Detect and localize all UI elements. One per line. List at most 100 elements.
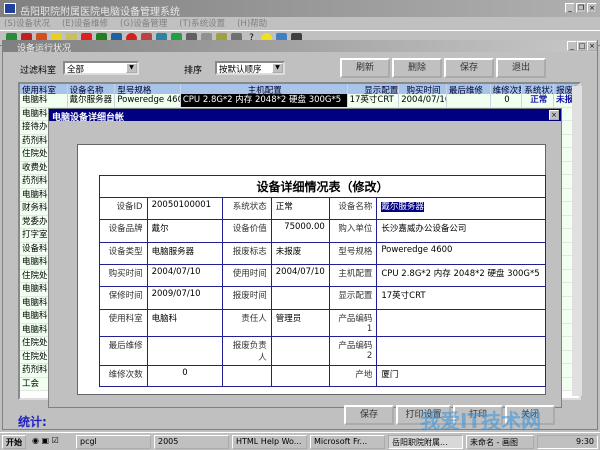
field-value[interactable]: 2004/07/10: [270, 264, 330, 287]
field-value[interactable]: 75000.00: [270, 219, 330, 243]
field-value[interactable]: [146, 336, 224, 366]
menu-manage[interactable]: (G)设备管理: [120, 17, 167, 30]
detail-row: 设备品牌 戴尔 设备价值 75000.00 购入单位 长沙嘉威办公设备公司: [99, 219, 546, 243]
menu-settings[interactable]: (T)系统设置: [179, 17, 225, 30]
stats-label: 统计:: [18, 415, 47, 429]
selected-text: 戴尔服务器: [381, 202, 424, 212]
menu-status[interactable]: (S)设备状况: [4, 17, 50, 30]
field-value[interactable]: [270, 336, 330, 366]
detail-row: 购买时间 2004/07/10 使用时间 2004/07/10 主机配置 CPU 2.8G…: [99, 264, 546, 287]
col-header[interactable]: 系统状况: [522, 84, 555, 94]
child-title-bar: 设备运行状况: [3, 40, 597, 54]
field-value[interactable]: 戴尔: [146, 219, 224, 243]
table-row[interactable]: 电脑科 戴尔服务器 Poweredge 4600 CPU 2.8G*2 内存 2…: [20, 94, 579, 108]
field-label: 购入单位: [328, 219, 378, 243]
cell: [447, 94, 491, 107]
field-value[interactable]: Poweredge 4600: [376, 242, 546, 265]
detail-row: 设备ID 20050100001 系统状态 正常 设备名称 戴尔服务器: [99, 197, 546, 220]
col-header[interactable]: 设备名称: [68, 84, 116, 94]
cell: 电脑科: [20, 94, 68, 107]
exit-button[interactable]: 退出: [496, 58, 546, 78]
field-label: 报废负责人: [222, 336, 272, 366]
field-label: [222, 365, 272, 387]
close-button[interactable]: ×: [587, 3, 597, 13]
field-label: 显示配置: [328, 286, 378, 310]
field-value[interactable]: 电脑服务器: [146, 242, 224, 265]
refresh-button[interactable]: 刷新: [340, 58, 390, 78]
col-header[interactable]: 最后维修: [447, 84, 491, 94]
quick-launch[interactable]: ◉ ▣ ☑: [29, 435, 73, 449]
task-item[interactable]: pcgl: [76, 435, 151, 449]
field-value[interactable]: CPU 2.8G*2 内存 2048*2 硬盘 300G*5: [376, 264, 546, 287]
col-header[interactable]: 购买时间: [399, 84, 447, 94]
system-tray: 9:30: [537, 435, 598, 449]
field-value[interactable]: [270, 286, 330, 310]
field-value[interactable]: 电脑科: [146, 309, 224, 337]
sort-label: 排序: [184, 66, 203, 76]
field-value[interactable]: [376, 309, 546, 337]
field-value[interactable]: 0: [146, 365, 224, 387]
dialog-title-bar: 电脑设备详细台帐: [49, 109, 561, 123]
field-value[interactable]: 戴尔服务器: [376, 197, 546, 220]
field-label: 产品编码2: [328, 336, 378, 366]
col-header[interactable]: 主机配置: [181, 84, 348, 94]
minimize-button[interactable]: _: [565, 3, 575, 13]
dialog-close-button[interactable]: ×: [549, 110, 559, 120]
field-label: 系统状态: [222, 197, 272, 220]
dialog-save-button[interactable]: 保存: [344, 405, 394, 425]
chevron-down-icon[interactable]: ▼: [126, 63, 137, 73]
child-close-button[interactable]: ×: [587, 41, 597, 51]
delete-button[interactable]: 删除: [392, 58, 442, 78]
field-label: 型号规格: [328, 242, 378, 265]
field-value[interactable]: 17英寸CRT: [376, 286, 546, 310]
cell: 0: [491, 94, 523, 107]
field-value[interactable]: 2009/07/10: [146, 286, 224, 310]
field-value[interactable]: 长沙嘉威办公设备公司: [376, 219, 546, 243]
restore-button[interactable]: ❐: [576, 3, 586, 13]
field-label: 设备名称: [328, 197, 378, 220]
cell: 17英寸CRT: [348, 94, 400, 107]
task-item[interactable]: 2005: [154, 435, 229, 449]
filter-department-select[interactable]: 全部 ▼: [63, 61, 139, 75]
dialog-title: 电脑设备详细台帐: [52, 113, 125, 123]
filter-label: 过滤科室: [20, 66, 57, 76]
field-label: 购买时间: [99, 264, 148, 287]
field-label: 使用科室: [99, 309, 148, 337]
taskbar: 开始 ◉ ▣ ☑ pcgl 2005 HTML Help Wo... Micro…: [0, 432, 600, 450]
task-item[interactable]: 未命名 - 画图: [466, 435, 534, 449]
start-button[interactable]: 开始: [2, 435, 26, 449]
status-cell: 正常: [522, 94, 555, 107]
child-title: 设备运行状况: [17, 44, 72, 54]
field-value[interactable]: 管理员: [270, 309, 330, 337]
grid-header: 使用科室 设备名称 型号规格 主机配置 显示配置 购买时间 最后维修 维修次数 …: [20, 84, 579, 94]
field-value[interactable]: 20050100001: [146, 197, 224, 220]
field-value[interactable]: 未报废: [270, 242, 330, 265]
cell-selected[interactable]: CPU 2.8G*2 内存 2048*2 硬盘 300G*5: [180, 94, 348, 107]
col-header[interactable]: 显示配置: [348, 84, 400, 94]
cell: 戴尔服务器: [68, 94, 116, 107]
field-label: 主机配置: [328, 264, 378, 287]
menu-repair[interactable]: (E)设备维修: [62, 17, 108, 30]
field-value[interactable]: 正常: [270, 197, 330, 220]
child-maximize-button[interactable]: □: [577, 41, 587, 51]
app-icon: [4, 3, 16, 14]
chevron-down-icon[interactable]: ▼: [272, 63, 283, 73]
col-header[interactable]: 型号规格: [115, 84, 181, 94]
save-button[interactable]: 保存: [444, 58, 494, 78]
task-item[interactable]: HTML Help Wo...: [232, 435, 307, 449]
field-value[interactable]: 2004/07/10: [146, 264, 224, 287]
task-item-active[interactable]: 岳阳职院附属...: [388, 435, 463, 449]
field-value[interactable]: 厦门: [376, 365, 546, 387]
col-header[interactable]: 使用科室: [20, 84, 68, 94]
field-label: 报废标志: [222, 242, 272, 265]
detail-row: 使用科室 电脑科 责任人 管理员 产品编码1: [99, 309, 546, 337]
col-header[interactable]: 维修次数: [491, 84, 523, 94]
sort-select[interactable]: 按默认顺序 ▼: [215, 61, 285, 75]
child-minimize-button[interactable]: _: [567, 41, 577, 51]
task-item[interactable]: Microsoft Fr...: [310, 435, 385, 449]
vertical-scrollbar[interactable]: [572, 86, 582, 396]
detail-row: 保修时间 2009/07/10 报废时间 显示配置 17英寸CRT: [99, 286, 546, 310]
field-value[interactable]: [270, 365, 330, 387]
field-value[interactable]: [376, 336, 546, 366]
menu-help[interactable]: (H)帮助: [237, 17, 267, 30]
